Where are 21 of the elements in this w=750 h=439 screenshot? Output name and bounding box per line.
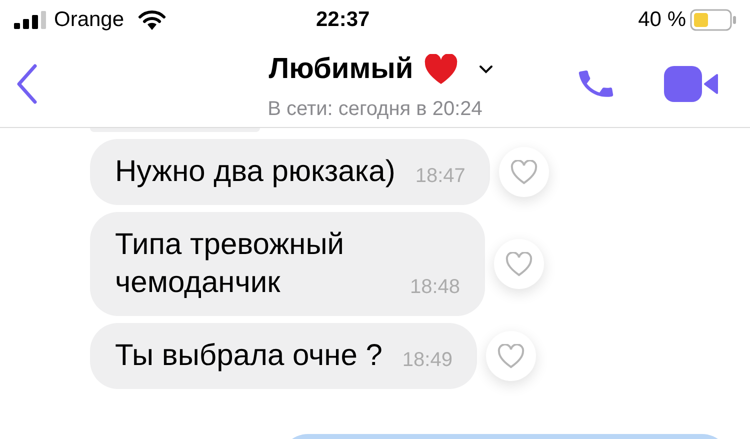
video-camera-icon[interactable] (664, 66, 718, 102)
contact-name: Любимый (268, 52, 414, 87)
message-text: Нужно два рюкзака) (115, 154, 396, 190)
message-text: Типа тревожный чемоданчик (115, 227, 346, 301)
heart-icon (423, 54, 460, 86)
chevron-down-icon[interactable] (479, 65, 494, 74)
battery-percent: 40 % (638, 7, 686, 34)
heart-icon (510, 160, 538, 184)
battery-icon (690, 9, 736, 31)
message-time: 18:47 (415, 164, 466, 189)
wifi-icon (138, 10, 166, 30)
carrier-name: Orange (54, 7, 124, 34)
last-seen-status: В сети: сегодня в 20:24 (268, 96, 482, 122)
heart-icon (505, 252, 534, 276)
clock-time: 22:37 (316, 7, 370, 34)
back-icon[interactable] (16, 64, 38, 104)
signal-icon (14, 11, 46, 29)
heart-icon (497, 344, 526, 368)
message-time: 18:48 (410, 275, 460, 300)
message-text: Ты выбрала очне ? (115, 338, 382, 374)
message-time: 18:49 (402, 348, 452, 373)
